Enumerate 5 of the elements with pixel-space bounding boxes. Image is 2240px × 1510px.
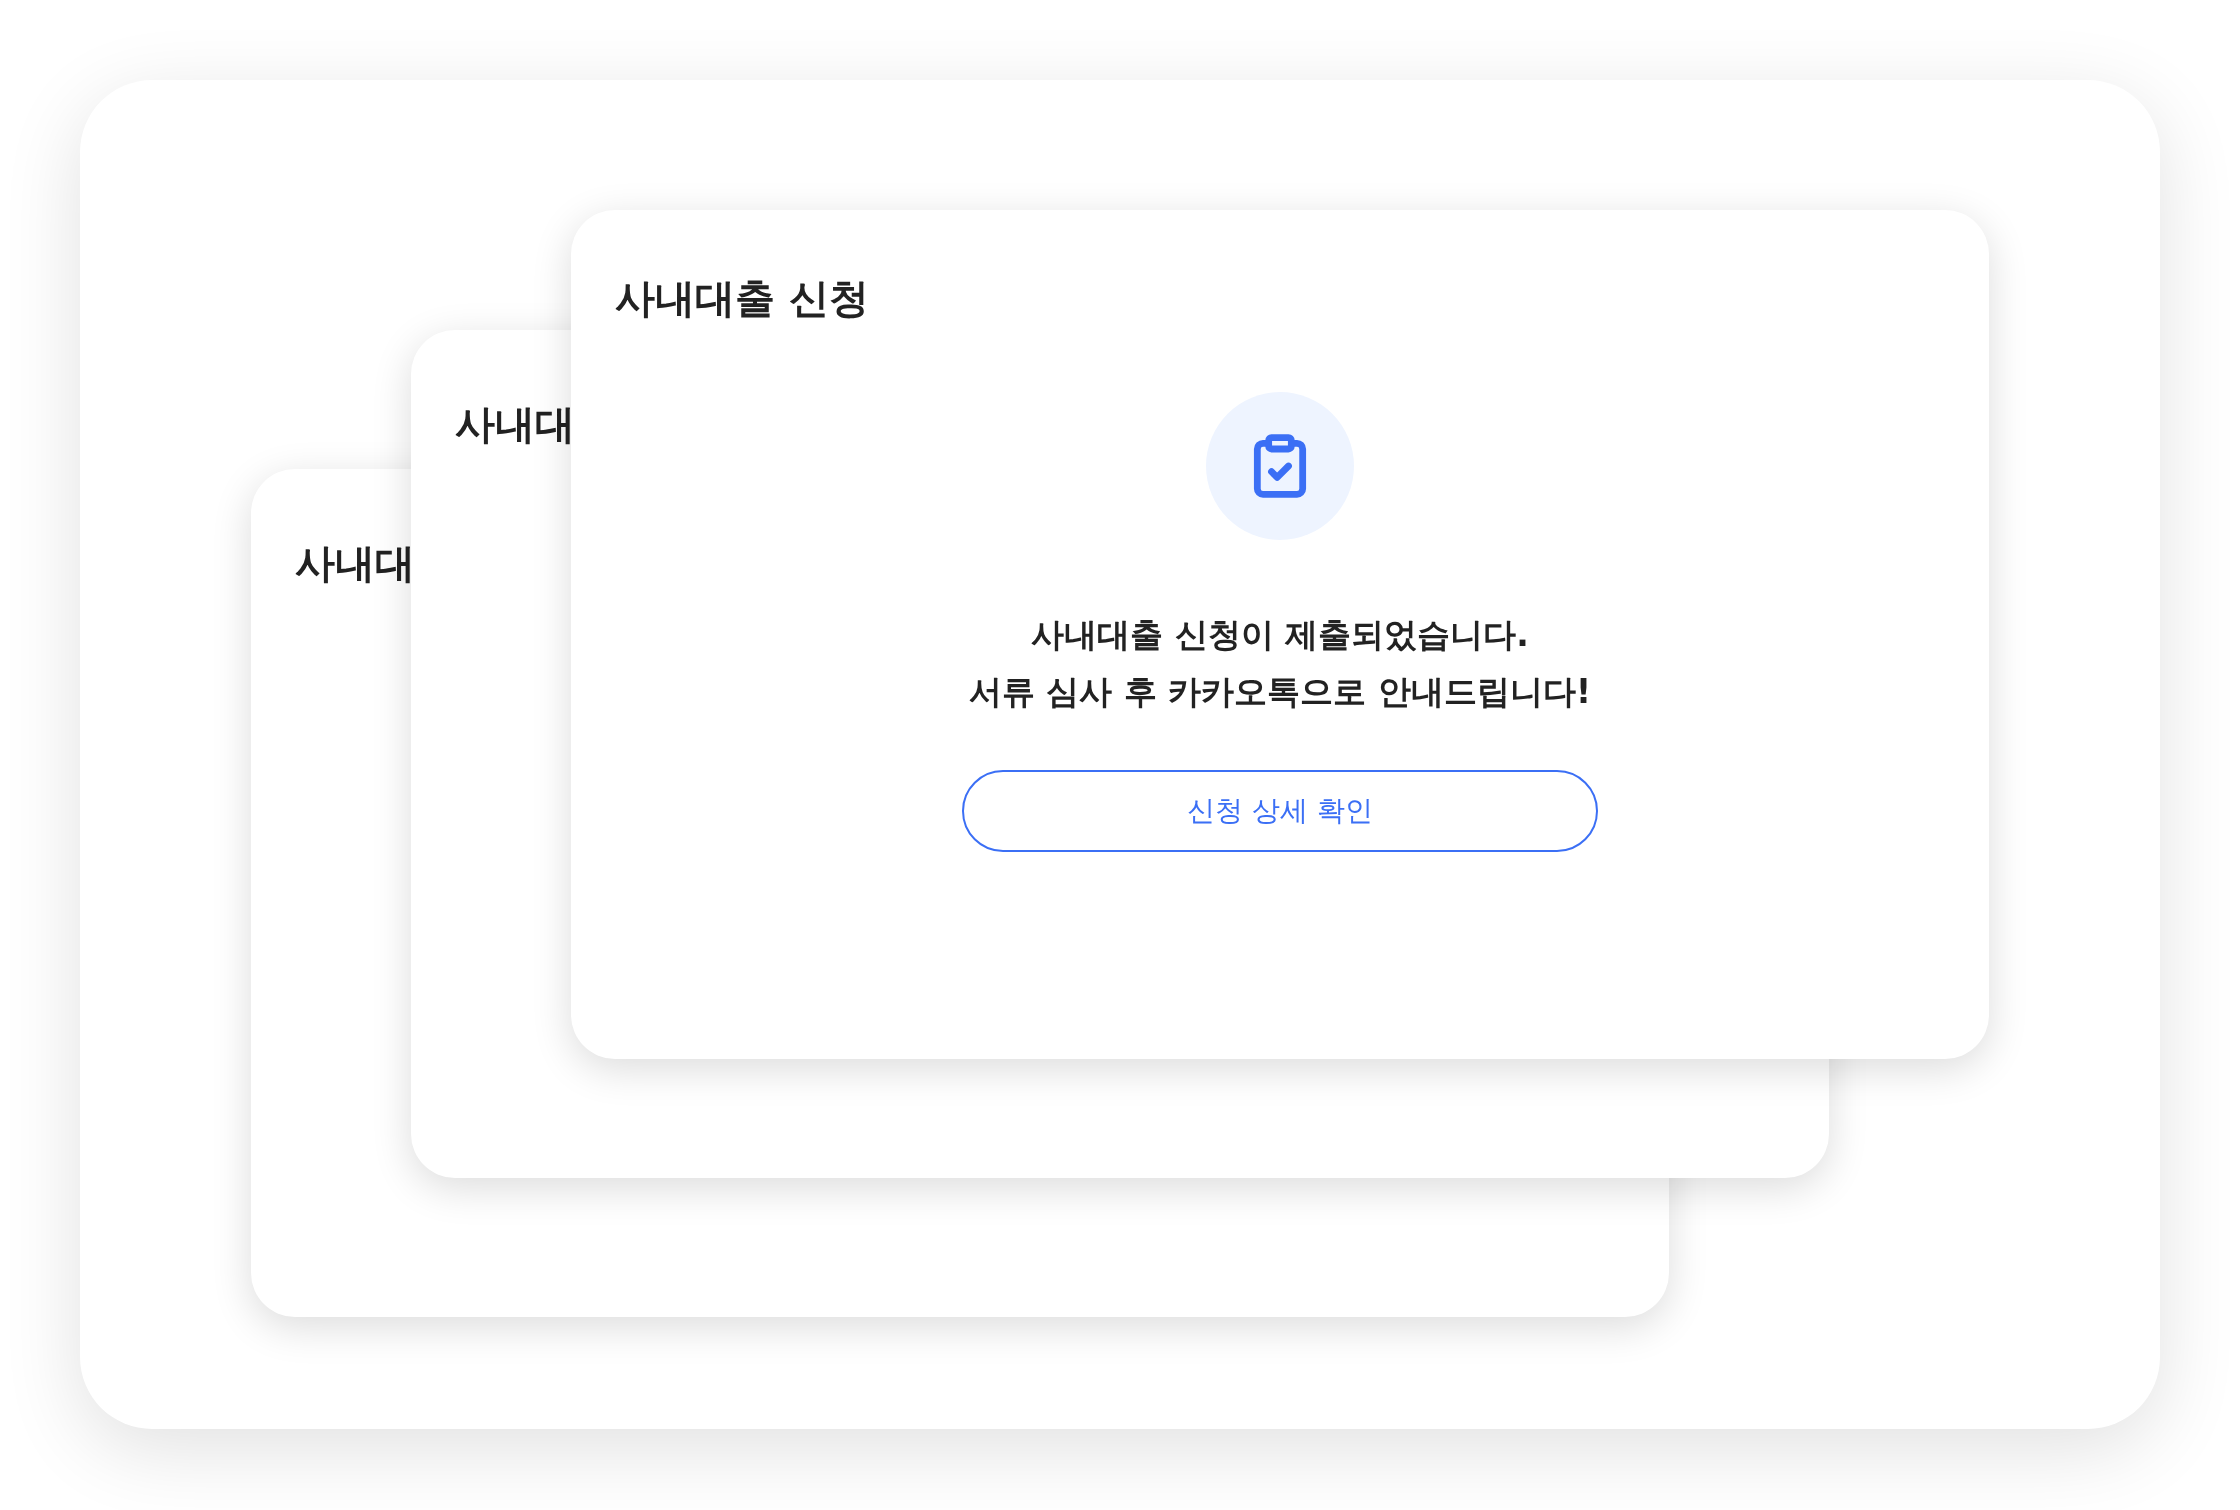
dialog-title: 사내대출 신청	[615, 274, 869, 322]
card-title: 사내대	[455, 401, 575, 447]
success-message: 사내대출 신청이 제출되었습니다. 서류 심사 후 카카오톡으로 안내드립니다!	[969, 614, 1591, 713]
card-title: 사내대	[295, 540, 415, 586]
view-details-button[interactable]: 신청 상세 확인	[962, 770, 1598, 852]
